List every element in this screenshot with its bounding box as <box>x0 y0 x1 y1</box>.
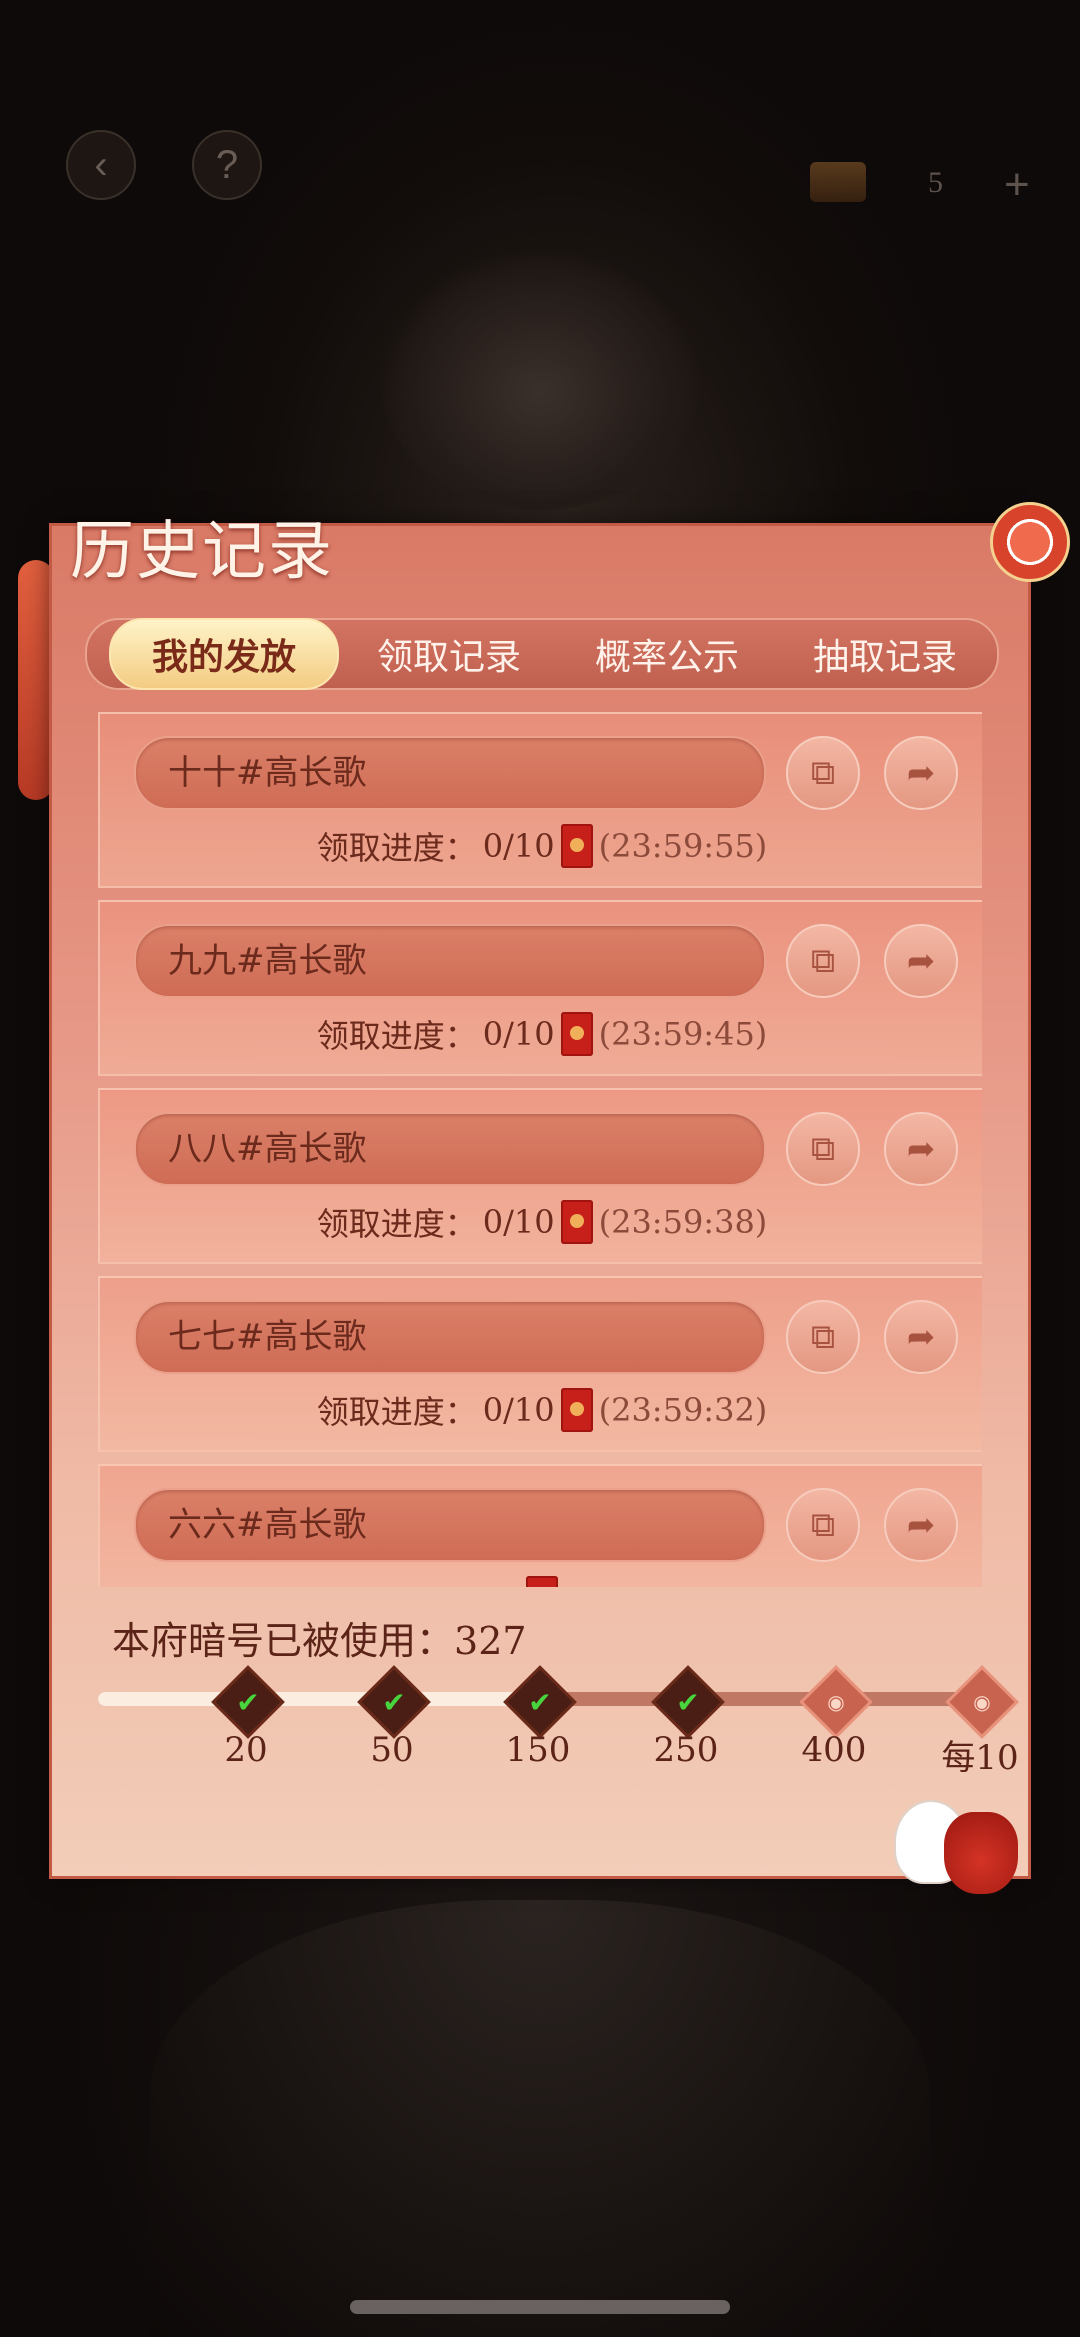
share-icon: ➦ <box>906 1505 936 1545</box>
progress-label: 领取进度： <box>316 1205 477 1243</box>
record-name: 十十#高长歌 <box>168 753 367 793</box>
countdown-timer: (23:59:32) <box>598 1391 768 1429</box>
progress-value: 0/10 <box>482 1015 555 1053</box>
countdown-timer: (23:59:55) <box>598 827 768 865</box>
gift-bag-icon: ◉ <box>973 1690 991 1714</box>
claim-progress: 领取进度： 0/10 (23:59:55) <box>100 824 982 868</box>
chest-icon <box>810 162 866 202</box>
record-card: 七七#高长歌 ⧉ ➦ 领取进度： 0/10 (23:59:32) <box>98 1276 982 1452</box>
progress-label: 领取进度： <box>316 1017 477 1055</box>
milestone-label: 每10 <box>941 1738 1019 1778</box>
copy-button[interactable]: ⧉ <box>786 1112 860 1186</box>
red-envelope-icon <box>560 1388 593 1432</box>
record-name-box: 六六#高长歌 <box>134 1488 766 1562</box>
progress-value: 0/10 <box>482 827 555 865</box>
milestone-label: 250 <box>653 1730 719 1770</box>
tab-draw-records[interactable]: 抽取记录 <box>785 620 985 688</box>
usage-progress-fill <box>98 1692 544 1706</box>
tab-probability[interactable]: 概率公示 <box>567 620 767 688</box>
record-name: 七七#高长歌 <box>168 1317 367 1357</box>
red-envelope-icon <box>560 824 593 868</box>
claim-progress: 领取进度： 0/10 (23:59:45) <box>100 1012 982 1056</box>
tab-claim-records[interactable]: 领取记录 <box>349 620 549 688</box>
character-robe <box>150 1900 930 2337</box>
usage-text: 本府暗号已被使用：327 <box>112 1610 527 1665</box>
red-envelope-icon <box>560 1012 593 1056</box>
progress-value: 0/10 <box>482 1391 555 1429</box>
panel-title: 历史记录 <box>70 515 334 589</box>
record-name: 八八#高长歌 <box>168 1129 367 1169</box>
copy-icon: ⧉ <box>810 1129 836 1169</box>
copy-icon: ⧉ <box>810 941 836 981</box>
record-card: 九九#高长歌 ⧉ ➦ 领取进度： 0/10 (23:59:45) <box>98 900 982 1076</box>
help-icon: ? <box>215 142 239 187</box>
share-icon: ➦ <box>906 941 936 981</box>
red-envelope-icon <box>560 1200 593 1244</box>
tab-bar: 我的发放 领取记录 概率公示 抽取记录 <box>85 618 999 690</box>
share-icon: ➦ <box>906 753 936 793</box>
milestone-label: 50 <box>370 1730 414 1770</box>
record-name-box: 十十#高长歌 <box>134 736 766 810</box>
milestone-label: 400 <box>801 1730 867 1770</box>
check-icon: ✔ <box>676 1685 700 1719</box>
share-button[interactable]: ➦ <box>884 1300 958 1374</box>
record-card: 六六#高长歌 ⧉ ➦ <box>98 1464 982 1587</box>
countdown-timer: (23:59:38) <box>598 1203 768 1241</box>
decorative-ribbon <box>18 560 54 800</box>
progress-label: 领取进度： <box>316 1393 477 1431</box>
gift-bag-icon: ◉ <box>827 1690 845 1714</box>
tab-my-distribution[interactable]: 我的发放 <box>109 618 339 690</box>
record-card: 八八#高长歌 ⧉ ➦ 领取进度： 0/10 (23:59:38) <box>98 1088 982 1264</box>
check-icon: ✔ <box>382 1685 406 1719</box>
character-silhouette <box>380 250 700 510</box>
copy-button[interactable]: ⧉ <box>786 1488 860 1562</box>
copy-button[interactable]: ⧉ <box>786 736 860 810</box>
record-card: 十十#高长歌 ⧉ ➦ 领取进度： 0/10 (23:59:55) <box>98 712 982 888</box>
share-button[interactable]: ➦ <box>884 736 958 810</box>
add-currency-button[interactable]: + <box>1004 160 1030 210</box>
claim-progress <box>100 1576 982 1587</box>
home-indicator[interactable] <box>350 2300 730 2314</box>
claim-progress: 领取进度： 0/10 (23:59:38) <box>100 1200 982 1244</box>
record-name: 九九#高长歌 <box>168 941 367 981</box>
progress-label: 领取进度： <box>316 829 477 867</box>
copy-icon: ⧉ <box>810 1505 836 1545</box>
back-arrow-icon: ‹ <box>94 142 108 187</box>
milestone-label: 20 <box>224 1730 268 1770</box>
record-name-box: 八八#高长歌 <box>134 1112 766 1186</box>
copy-icon: ⧉ <box>810 753 836 793</box>
countdown-timer: (23:59:45) <box>598 1015 768 1053</box>
copy-icon: ⧉ <box>810 1317 836 1357</box>
share-icon: ➦ <box>906 1129 936 1169</box>
usage-label: 本府暗号已被使用： <box>112 1619 455 1663</box>
lucky-bag-icon <box>944 1812 1018 1894</box>
progress-value: 0/10 <box>482 1203 555 1241</box>
share-button[interactable]: ➦ <box>884 924 958 998</box>
share-button[interactable]: ➦ <box>884 1488 958 1562</box>
close-badge-icon[interactable] <box>990 502 1070 582</box>
record-name-box: 七七#高长歌 <box>134 1300 766 1374</box>
check-icon: ✔ <box>528 1685 552 1719</box>
check-icon: ✔ <box>236 1685 260 1719</box>
claim-progress: 领取进度： 0/10 (23:59:32) <box>100 1388 982 1432</box>
copy-button[interactable]: ⧉ <box>786 924 860 998</box>
currency-count: 5 <box>928 166 943 199</box>
share-icon: ➦ <box>906 1317 936 1357</box>
usage-value: 327 <box>454 1619 527 1663</box>
record-name-box: 九九#高长歌 <box>134 924 766 998</box>
record-name: 六六#高长歌 <box>168 1505 367 1545</box>
record-list[interactable]: 十十#高长歌 ⧉ ➦ 领取进度： 0/10 (23:59:55) 九九#高长歌 … <box>98 712 982 1587</box>
copy-button[interactable]: ⧉ <box>786 1300 860 1374</box>
share-button[interactable]: ➦ <box>884 1112 958 1186</box>
milestone-label: 150 <box>505 1730 571 1770</box>
red-envelope-icon <box>526 1576 558 1587</box>
